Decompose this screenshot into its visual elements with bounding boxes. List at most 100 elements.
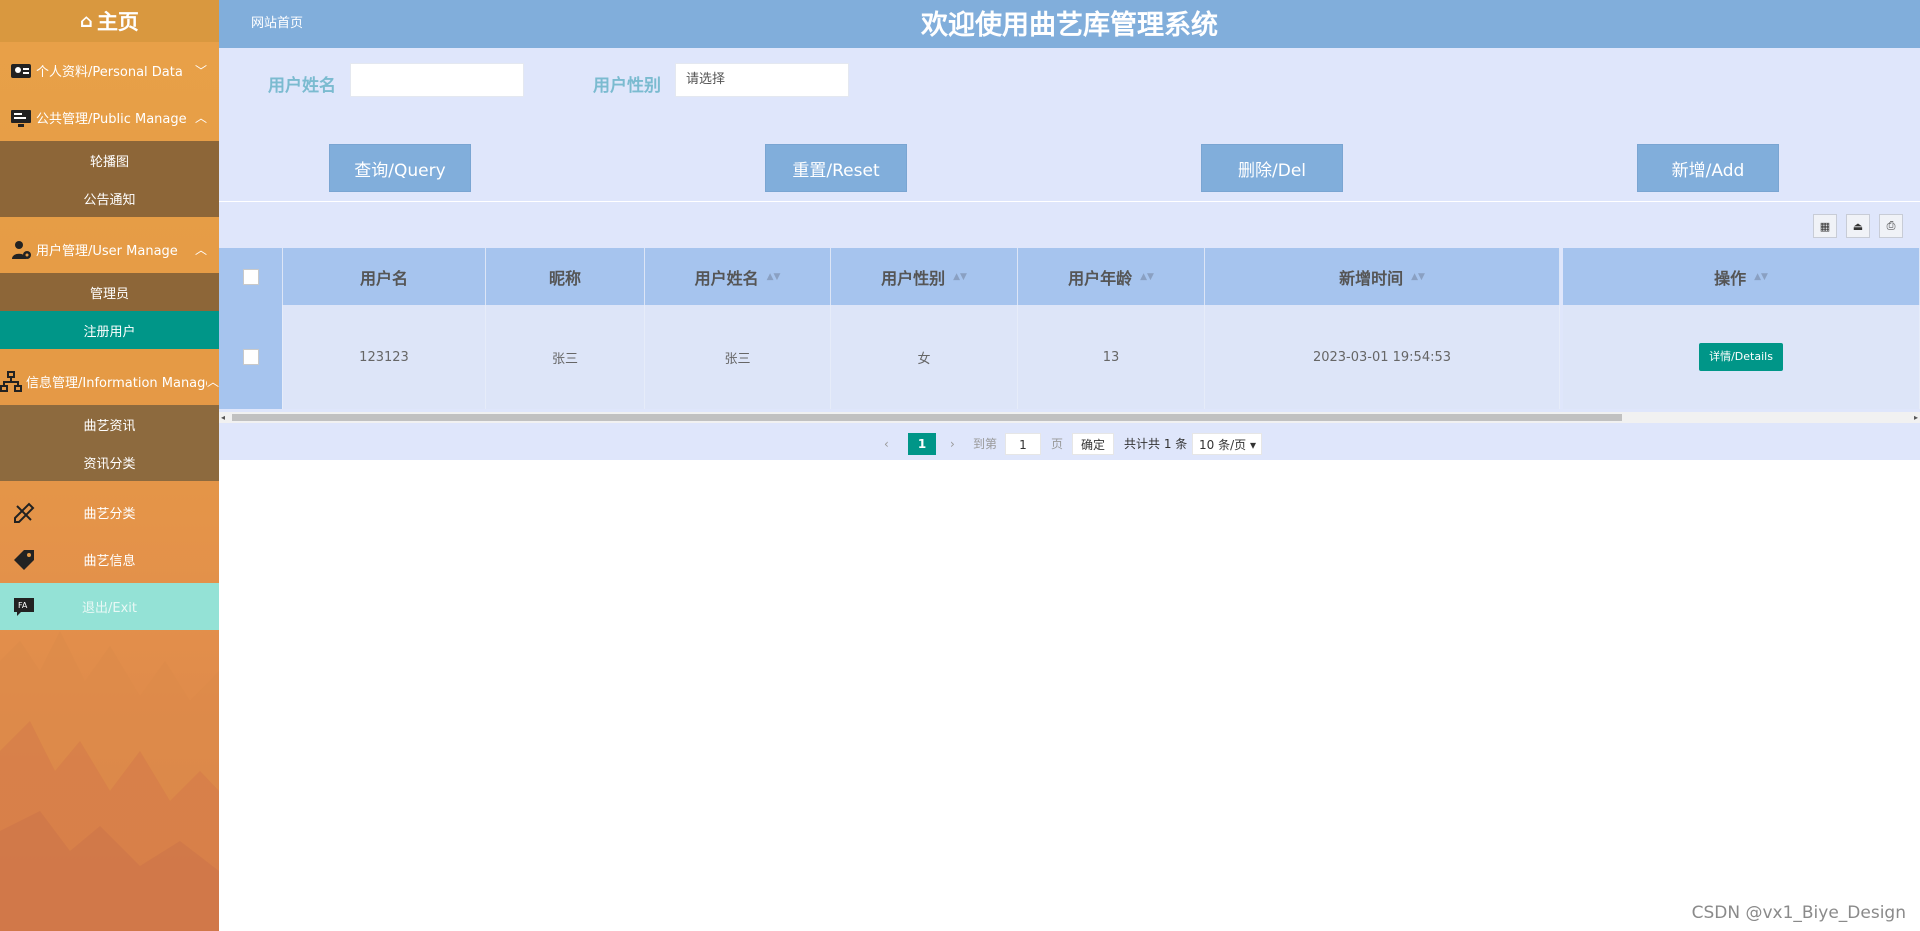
- network-icon: [0, 370, 22, 393]
- sidebar-home[interactable]: ⌂ 主页: [0, 0, 219, 42]
- page-title: 欢迎使用曲艺库管理系统: [921, 10, 1218, 41]
- sidebar-item-carousel[interactable]: 轮播图: [0, 141, 219, 179]
- goto-suffix: 页: [1051, 437, 1064, 451]
- pagination: ‹ 1 › 到第 1 页 确定 共计共 1 条 10 条/页 ▾: [219, 426, 1920, 460]
- column-title: 用户姓名: [694, 268, 759, 288]
- column-header-age[interactable]: 用户年龄 ▲▼: [1018, 248, 1205, 305]
- sidebar-item-label: 曲艺信息: [83, 554, 136, 569]
- divider: [219, 201, 1920, 202]
- column-title: 用户名: [359, 268, 408, 288]
- name-label: 用户姓名: [268, 76, 336, 96]
- sidebar-group-user-manage[interactable]: 用户管理/User Manage ︿: [0, 226, 219, 273]
- sort-icon[interactable]: ▲▼: [1140, 272, 1154, 282]
- select-all-checkbox[interactable]: [242, 268, 259, 285]
- table-row[interactable]: 123123 张三 张三 女 13 2023-03-01 19:54:53 详情…: [219, 305, 1920, 409]
- delete-button[interactable]: 删除/Del: [1201, 144, 1343, 192]
- mountain-background: [0, 631, 219, 931]
- sidebar-submenu-info: 曲艺资讯 资讯分类: [0, 405, 219, 481]
- goto-page-input[interactable]: 1: [1005, 433, 1041, 455]
- details-button[interactable]: 详情/Details: [1699, 343, 1783, 371]
- page-size-value: 10 条/页: [1199, 438, 1247, 452]
- sidebar-group-public-manage[interactable]: 公共管理/Public Manage ︿: [0, 94, 219, 141]
- sort-icon[interactable]: ▲▼: [1754, 272, 1768, 282]
- goto-confirm-button[interactable]: 确定: [1072, 433, 1114, 455]
- column-header-created[interactable]: 新增时间 ▲▼: [1205, 248, 1560, 305]
- sidebar-item-quyi-category[interactable]: 曲艺分类: [0, 489, 219, 536]
- gender-label: 用户性别: [593, 76, 661, 96]
- column-title: 新增时间: [1339, 268, 1404, 288]
- sidebar-submenu-user: 管理员 注册用户: [0, 273, 219, 349]
- columns-filter-icon[interactable]: ▦: [1813, 214, 1837, 238]
- total-count: 共计共 1 条: [1124, 437, 1188, 451]
- watermark: CSDN @vx1_Biye_Design: [1691, 903, 1906, 923]
- sidebar-group-label: 公共管理/Public Manage: [36, 112, 187, 127]
- current-page[interactable]: 1: [908, 433, 936, 455]
- column-header-username[interactable]: 用户名: [283, 248, 486, 305]
- top-bar: 网站首页 欢迎使用曲艺库管理系统: [219, 0, 1920, 48]
- sidebar-item-notice[interactable]: 公告通知: [0, 179, 219, 217]
- cell-created: 2023-03-01 19:54:53: [1205, 305, 1560, 409]
- table-header: 用户名 昵称 用户姓名 ▲▼ 用户性别 ▲▼ 用户年龄 ▲▼ 新增时间 ▲▼ 操作 ▲▼: [219, 248, 1920, 305]
- cell-username: 123123: [283, 305, 486, 409]
- horizontal-scrollbar[interactable]: ◂ ▸: [219, 412, 1920, 423]
- sidebar-item-quyi-info[interactable]: 曲艺信息: [0, 536, 219, 583]
- column-header-gender[interactable]: 用户性别 ▲▼: [831, 248, 1018, 305]
- sidebar-group-label: 个人资料/Personal Data: [36, 65, 183, 80]
- home-icon: ⌂: [80, 10, 93, 32]
- print-icon[interactable]: ⎙: [1879, 214, 1903, 238]
- scroll-right-icon[interactable]: ▸: [1914, 412, 1918, 423]
- select-all-cell: [219, 248, 283, 305]
- cell-realname: 张三: [645, 305, 831, 409]
- cell-gender: 女: [831, 305, 1018, 409]
- column-header-realname[interactable]: 用户姓名 ▲▼: [645, 248, 831, 305]
- sidebar-group-label: 用户管理/User Manage: [36, 244, 178, 259]
- prev-page-icon[interactable]: ‹: [884, 433, 889, 455]
- chevron-up-icon: ︿: [194, 111, 207, 125]
- scrollbar-thumb[interactable]: [232, 414, 1622, 421]
- add-button[interactable]: 新增/Add: [1637, 144, 1779, 192]
- sidebar-item-admin[interactable]: 管理员: [0, 273, 219, 311]
- person-card-icon: [10, 60, 32, 82]
- name-input[interactable]: [350, 63, 524, 97]
- sort-icon[interactable]: ▲▼: [953, 272, 967, 282]
- sidebar-item-news[interactable]: 曲艺资讯: [0, 405, 219, 443]
- column-title: 用户性别: [881, 268, 946, 288]
- cell-age: 13: [1018, 305, 1205, 409]
- monitor-icon: [10, 107, 32, 129]
- chevron-up-icon: ︿: [207, 375, 219, 389]
- gender-select[interactable]: 请选择: [675, 63, 849, 97]
- page-size-select[interactable]: 10 条/页 ▾: [1192, 433, 1262, 455]
- sidebar: ⌂ 主页 个人资料/Personal Data ﹀ 公共管理/Public Ma…: [0, 0, 219, 931]
- sidebar-group-information-manage[interactable]: 信息管理/Information Manage ︿: [0, 358, 219, 405]
- query-button[interactable]: 查询/Query: [329, 144, 471, 192]
- sidebar-group-label: 信息管理/Information Manage: [26, 376, 207, 391]
- cell-nickname: 张三: [486, 305, 645, 409]
- chevron-up-icon: ︿: [194, 243, 207, 257]
- export-icon[interactable]: ⏏: [1846, 214, 1870, 238]
- row-checkbox[interactable]: [242, 349, 259, 365]
- column-title: 操作: [1714, 268, 1747, 288]
- sidebar-item-news-category[interactable]: 资讯分类: [0, 443, 219, 481]
- sort-icon[interactable]: ▲▼: [767, 272, 781, 282]
- next-page-icon[interactable]: ›: [950, 433, 955, 455]
- scroll-left-icon[interactable]: ◂: [221, 412, 225, 423]
- sidebar-item-registered-user[interactable]: 注册用户: [0, 311, 219, 349]
- row-select-cell: [219, 305, 283, 409]
- user-gear-icon: [10, 239, 32, 261]
- cell-action: 详情/Details: [1563, 305, 1920, 409]
- chevron-down-icon: ﹀: [194, 64, 207, 78]
- sidebar-item-label: 退出/Exit: [82, 601, 137, 616]
- sort-icon[interactable]: ▲▼: [1411, 272, 1425, 282]
- column-title: 用户年龄: [1068, 268, 1133, 288]
- sidebar-home-label: 主页: [96, 10, 139, 34]
- column-title: 昵称: [548, 268, 581, 288]
- sidebar-item-label: 曲艺分类: [83, 507, 136, 522]
- goto-prefix: 到第: [973, 437, 998, 451]
- main-content: 用户姓名 用户性别 请选择 查询/Query 重置/Reset 删除/Del 新…: [219, 48, 1920, 460]
- column-header-action[interactable]: 操作 ▲▼: [1563, 248, 1920, 305]
- sidebar-group-personal-data[interactable]: 个人资料/Personal Data ﹀: [0, 47, 219, 94]
- reset-button[interactable]: 重置/Reset: [765, 144, 907, 192]
- column-header-nickname[interactable]: 昵称: [486, 248, 645, 305]
- sidebar-item-exit[interactable]: FA 退出/Exit: [0, 583, 219, 630]
- sidebar-submenu-public: 轮播图 公告通知: [0, 141, 219, 217]
